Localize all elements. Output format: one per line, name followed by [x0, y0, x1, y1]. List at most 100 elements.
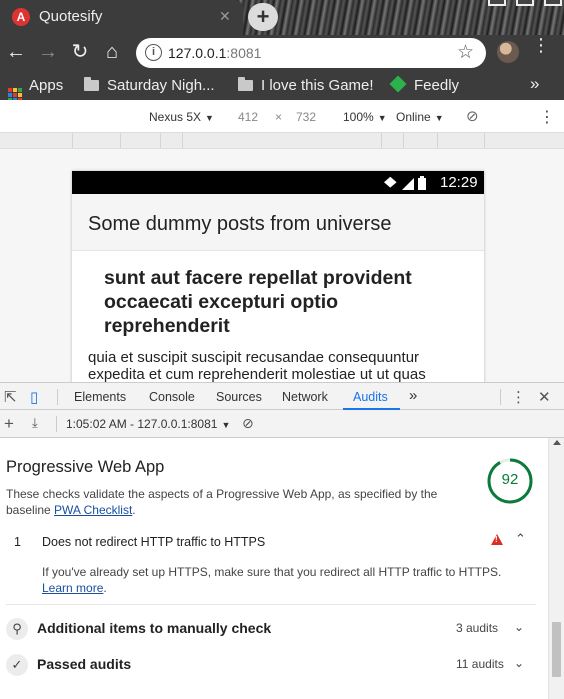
manual-checks-group[interactable]: ⚲ Additional items to manually check 3 a…	[6, 616, 536, 642]
chevron-down-icon[interactable]: ⌄	[514, 656, 524, 670]
failed-audit-row[interactable]: 1 Does not redirect HTTP traffic to HTTP…	[6, 528, 536, 552]
bookmark-apps[interactable]: Apps	[8, 77, 63, 102]
home-icon[interactable]: ⌂	[101, 40, 123, 64]
download-report-icon[interactable]: ⤓	[32, 415, 38, 431]
device-toolbar: Nexus 5X ▼ 412 × 732 100% ▼ Online ▼ ⊘ ⋮	[0, 100, 564, 133]
more-bookmarks-icon[interactable]: »	[530, 74, 539, 94]
group-title: Passed audits	[37, 656, 132, 672]
tab-elements[interactable]: Elements	[74, 390, 126, 404]
dropdown-caret-icon: ▼	[205, 113, 214, 123]
score-value: 92	[501, 471, 519, 488]
bookmarks-bar: Apps Saturday Nigh... I love this Game! …	[0, 71, 564, 102]
audit-help-text: If you've already set up HTTPS, make sur…	[42, 564, 522, 596]
audit-title: Does not redirect HTTP traffic to HTTPS	[42, 535, 266, 549]
maximize-window-button[interactable]	[516, 0, 534, 6]
group-count: 11 audits	[456, 657, 504, 671]
angular-favicon-icon: A	[12, 8, 30, 26]
scrollbar-thumb[interactable]	[552, 622, 561, 677]
close-window-button[interactable]	[544, 0, 562, 6]
browser-toolbar: ← → ↻ ⌂ i 127.0.0.1:8081 ☆ ⋮	[0, 35, 564, 71]
dropdown-caret-icon: ▼	[434, 113, 444, 123]
devtools-menu-icon[interactable]: ⋮	[511, 388, 526, 406]
network-throttle-select[interactable]: Online ▼	[396, 110, 444, 124]
new-audit-icon[interactable]: +	[4, 414, 14, 434]
audits-action-bar: + ⤓ 1:05:02 AM - 127.0.0.1:8081 ▼ ⊘	[0, 410, 564, 438]
divider	[6, 604, 536, 605]
device-toolbar-menu-icon[interactable]: ⋮	[539, 107, 555, 127]
tab-console[interactable]: Console	[149, 390, 195, 404]
window-controls	[484, 0, 564, 6]
category-title: Progressive Web App	[6, 458, 165, 476]
site-info-icon[interactable]: i	[145, 44, 162, 61]
bookmark-label: Saturday Nigh...	[107, 77, 215, 94]
bookmark-label: Feedly	[414, 77, 460, 94]
dimension-separator: ×	[275, 110, 283, 124]
tab-sources[interactable]: Sources	[216, 390, 262, 404]
bookmark-label: Apps	[29, 77, 64, 94]
audits-report: Progressive Web App These checks validat…	[0, 438, 548, 699]
forward-arrow-icon[interactable]: →	[37, 40, 59, 64]
audit-number: 1	[14, 535, 21, 549]
report-select-value: 1:05:02 AM - 127.0.0.1:8081	[66, 417, 218, 431]
device-name: Nexus 5X	[149, 110, 202, 124]
tab-audits[interactable]: Audits	[353, 390, 388, 404]
audits-scrollbar[interactable]	[548, 438, 564, 699]
tab-title: Quotesify	[39, 8, 103, 25]
minimize-window-button[interactable]	[488, 0, 506, 6]
rotate-icon[interactable]: ⊘	[466, 107, 479, 125]
devtools-tab-bar: ⇱ ▯ Elements Console Sources Network Aud…	[0, 382, 564, 410]
close-devtools-icon[interactable]: ✕	[538, 388, 551, 406]
scroll-up-arrow-icon[interactable]	[553, 440, 561, 445]
address-bar[interactable]: i 127.0.0.1:8081 ☆	[136, 38, 486, 68]
passed-audits-group[interactable]: ✓ Passed audits 11 audits ⌄	[6, 652, 536, 678]
url-text: 127.0.0.1:8081	[168, 45, 261, 61]
chevron-up-icon[interactable]: ⌃	[515, 531, 526, 547]
audit-help-suffix: .	[103, 581, 107, 595]
feedly-icon	[389, 75, 407, 93]
profile-avatar[interactable]	[497, 41, 519, 63]
chevron-down-icon[interactable]: ⌄	[514, 620, 524, 634]
description-suffix: .	[132, 503, 136, 517]
post-body: quia et suscipit suscipit recusandae con…	[88, 349, 426, 382]
bookmark-star-icon[interactable]: ☆	[457, 41, 474, 64]
folder-icon	[238, 77, 253, 91]
toggle-device-toolbar-icon[interactable]: ▯	[30, 388, 38, 406]
viewport-height-input[interactable]: 732	[296, 110, 316, 124]
learn-more-link[interactable]: Learn more	[42, 581, 103, 595]
app-header-title: Some dummy posts from universe	[88, 213, 392, 235]
folder-icon	[84, 77, 99, 91]
audit-help-body: If you've already set up HTTPS, make sur…	[42, 565, 502, 579]
bookmark-feedly[interactable]: Feedly	[389, 75, 460, 94]
status-time: 12:29	[440, 174, 478, 191]
clear-reports-icon[interactable]: ⊘	[242, 415, 254, 432]
more-tabs-icon[interactable]: »	[409, 387, 417, 404]
browser-tab-quotesify[interactable]: A Quotesify ✕	[0, 0, 243, 35]
tab-network[interactable]: Network	[282, 390, 328, 404]
emulated-viewport-area: 12:29 Some dummy posts from universe sun…	[0, 149, 564, 382]
inspect-element-icon[interactable]: ⇱	[4, 388, 17, 406]
back-arrow-icon[interactable]: ←	[5, 40, 27, 64]
bookmark-saturday-night[interactable]: Saturday Nigh...	[84, 77, 215, 94]
zoom-select[interactable]: 100% ▼	[343, 110, 387, 124]
reload-icon[interactable]: ↻	[69, 40, 91, 64]
browser-tab-strip: A Quotesify ✕ +	[0, 0, 564, 35]
media-query-ruler	[0, 133, 564, 149]
magnifier-icon: ⚲	[6, 618, 28, 640]
report-select[interactable]: 1:05:02 AM - 127.0.0.1:8081 ▼	[66, 417, 230, 431]
url-host: 127.0.0.1	[168, 45, 227, 61]
device-select[interactable]: Nexus 5X ▼	[149, 110, 214, 124]
viewport-width-input[interactable]: 412	[238, 110, 258, 124]
browser-menu-icon[interactable]: ⋮	[532, 36, 550, 54]
android-status-bar: 12:29	[72, 171, 484, 194]
app-header: Some dummy posts from universe	[72, 194, 484, 251]
post-title: sunt aut facere repellat provident occae…	[104, 267, 412, 337]
bookmark-i-love-this-game[interactable]: I love this Game!	[238, 77, 374, 94]
signal-battery-icon	[384, 176, 426, 190]
pwa-checklist-link[interactable]: PWA Checklist	[54, 503, 132, 517]
new-tab-button[interactable]: +	[248, 3, 278, 31]
group-count: 3 audits	[456, 621, 499, 635]
url-port: :8081	[226, 45, 262, 61]
dropdown-caret-icon: ▼	[221, 420, 231, 430]
close-tab-icon[interactable]: ✕	[219, 8, 231, 25]
dropdown-caret-icon: ▼	[377, 113, 387, 123]
